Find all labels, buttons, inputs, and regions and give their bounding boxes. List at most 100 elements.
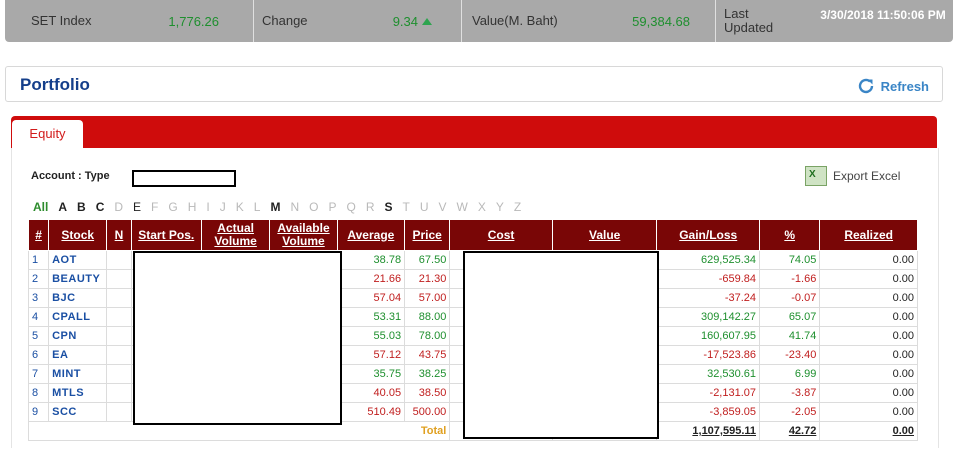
average-cell: 21.66 (336, 269, 406, 289)
col-header-gain-loss[interactable]: Gain/Loss (656, 219, 761, 251)
n-cell (106, 250, 132, 270)
filter-letter-g: G (168, 200, 178, 214)
stock-symbol[interactable]: BJC (48, 288, 108, 308)
market-ticker-bar: SET Index 1,776.26 Change 9.34 Value(M. … (5, 0, 953, 42)
percent-cell: 6.99 (759, 364, 821, 384)
up-arrow-icon (422, 18, 432, 25)
n-cell (106, 345, 132, 365)
filter-letter-h: H (187, 200, 197, 214)
gain-loss-cell: 309,142.27 (656, 307, 761, 327)
percent-cell: 74.05 (759, 250, 821, 270)
value-amount: 59,384.68 (632, 14, 690, 29)
filter-letter-e[interactable]: E (133, 200, 141, 214)
gain-loss-cell: -2,131.07 (656, 383, 761, 403)
filter-letter-s[interactable]: S (385, 200, 393, 214)
realized-cell: 0.00 (819, 326, 918, 346)
realized-cell: 0.00 (819, 345, 918, 365)
value-segment: Value(M. Baht) 59,384.68 (461, 0, 716, 42)
realized-cell: 0.00 (819, 288, 918, 308)
filter-letter-b[interactable]: B (77, 200, 86, 214)
average-cell: 53.31 (336, 307, 406, 327)
n-cell (106, 326, 132, 346)
tab-bar: Equity (11, 116, 937, 148)
account-label: Account : Type (31, 170, 110, 182)
set-index-segment: SET Index 1,776.26 (5, 0, 253, 42)
filter-letter-t: T (402, 200, 410, 214)
col-header-available-volume[interactable]: Available Volume (269, 219, 338, 251)
filter-letter-all[interactable]: All (33, 200, 48, 214)
alphabet-filter: All A B C D E F G H I J K L M N O P Q R S T U V W X Y Z (33, 200, 531, 214)
gain-loss-cell: -3,859.05 (656, 402, 761, 422)
price-cell: 21.30 (404, 269, 451, 289)
gain-loss-cell: 32,530.61 (656, 364, 761, 384)
row-number: 7 (27, 364, 50, 384)
stock-symbol[interactable]: SCC (48, 402, 108, 422)
col-header-percent[interactable]: % (759, 219, 821, 251)
export-excel-button[interactable]: X Export Excel (805, 166, 900, 186)
filter-letter-a[interactable]: A (58, 200, 67, 214)
page-title: Portfolio (20, 75, 90, 94)
realized-cell: 0.00 (819, 269, 918, 289)
set-index-label: SET Index (31, 13, 92, 28)
total-gain-loss: 1,107,595.11 (656, 421, 761, 441)
col-header-cost[interactable]: Cost (449, 219, 553, 251)
price-cell: 38.50 (404, 383, 451, 403)
col-header-number[interactable]: # (27, 219, 50, 251)
row-number: 6 (27, 345, 50, 365)
filter-letter-p: P (328, 200, 337, 214)
stock-symbol[interactable]: CPALL (48, 307, 108, 327)
price-cell: 67.50 (404, 250, 451, 270)
average-cell: 57.04 (336, 288, 406, 308)
col-header-n[interactable]: N (106, 219, 132, 251)
filter-letter-m[interactable]: M (270, 200, 280, 214)
change-segment: Change 9.34 (253, 0, 462, 42)
col-header-realized[interactable]: Realized (819, 219, 918, 251)
stock-symbol[interactable]: CPN (48, 326, 108, 346)
tab-equity[interactable]: Equity (12, 120, 83, 148)
account-select[interactable] (132, 170, 236, 187)
stock-symbol[interactable]: MINT (48, 364, 108, 384)
n-cell (106, 364, 132, 384)
realized-cell: 0.00 (819, 402, 918, 422)
export-excel-label: Export Excel (833, 169, 901, 183)
change-value: 9.34 (393, 14, 432, 29)
refresh-icon (858, 78, 873, 94)
price-cell: 43.75 (404, 345, 451, 365)
col-header-average[interactable]: Average (336, 219, 406, 251)
filter-letter-z: Z (513, 200, 522, 214)
stock-symbol[interactable]: EA (48, 345, 108, 365)
average-cell: 35.75 (336, 364, 406, 384)
filter-letter-i: I (206, 200, 210, 214)
price-cell: 57.00 (404, 288, 451, 308)
refresh-label: Refresh (880, 78, 929, 94)
percent-cell: -2.05 (759, 402, 821, 422)
col-header-start-pos[interactable]: Start Pos. (130, 219, 202, 251)
percent-cell: -0.07 (759, 288, 821, 308)
filter-letter-q: Q (346, 200, 356, 214)
percent-cell: -1.66 (759, 269, 821, 289)
average-cell: 510.49 (336, 402, 406, 422)
stock-symbol[interactable]: MTLS (48, 383, 108, 403)
n-cell (106, 402, 132, 422)
stock-symbol[interactable]: BEAUTY (48, 269, 108, 289)
realized-cell: 0.00 (819, 364, 918, 384)
col-header-stock[interactable]: Stock (48, 219, 108, 251)
gain-loss-cell: -37.24 (656, 288, 761, 308)
col-header-actual-volume[interactable]: Actual Volume (200, 219, 271, 251)
col-header-price[interactable]: Price (404, 219, 451, 251)
filter-letter-c[interactable]: C (96, 200, 105, 214)
price-cell: 500.00 (404, 402, 451, 422)
last-updated-segment: Last Updated 3/30/2018 11:50:06 PM (715, 0, 954, 42)
filter-letter-x: X (477, 200, 486, 214)
filter-letter-o: O (309, 200, 319, 214)
refresh-button[interactable]: Refresh (856, 76, 929, 96)
row-number: 3 (27, 288, 50, 308)
value-label: Value(M. Baht) (472, 13, 558, 28)
filter-letter-d: D (114, 200, 124, 214)
average-cell: 40.05 (336, 383, 406, 403)
percent-cell: -23.40 (759, 345, 821, 365)
col-header-value[interactable]: Value (551, 219, 658, 251)
row-number: 5 (27, 326, 50, 346)
stock-symbol[interactable]: AOT (48, 250, 108, 270)
n-cell (106, 288, 132, 308)
